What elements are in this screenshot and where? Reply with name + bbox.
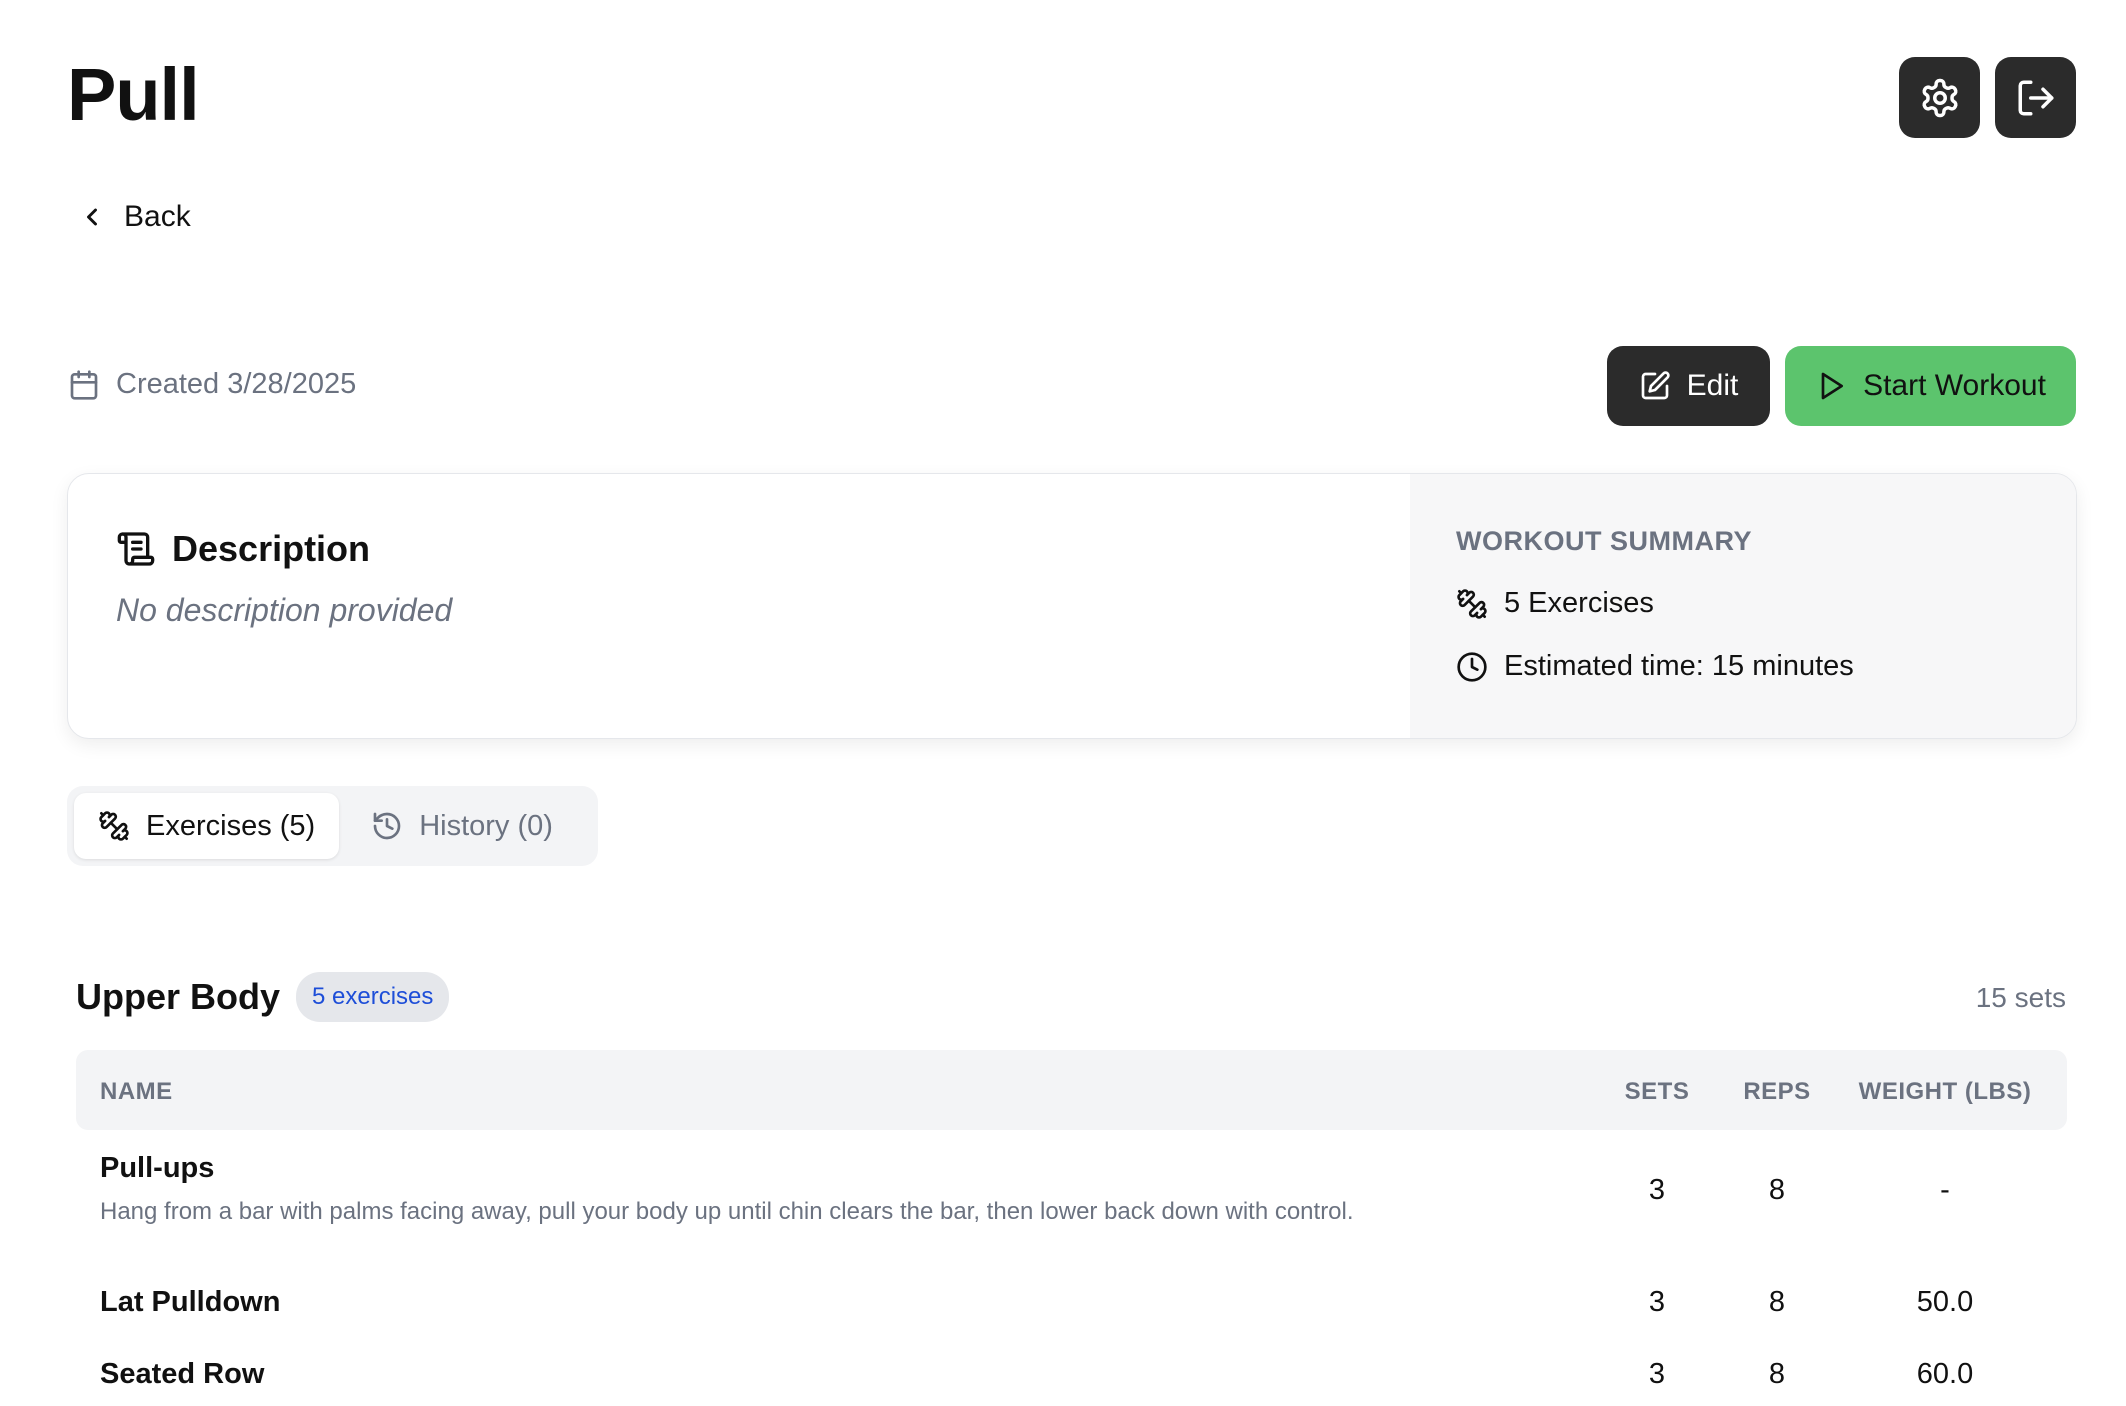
tab-history[interactable]: History (0) [347, 793, 577, 859]
start-workout-button[interactable]: Start Workout [1785, 346, 2076, 426]
settings-button[interactable] [1899, 57, 1980, 138]
edit-icon [1641, 371, 1670, 400]
play-icon [1821, 372, 1844, 400]
description-section: Description No description provided [68, 474, 1410, 738]
history-icon [373, 812, 401, 840]
summary-title: WORKOUT SUMMARY [1456, 526, 1752, 556]
scroll-icon [117, 532, 155, 566]
summary-time: Estimated time: 15 minutes [1456, 650, 2076, 683]
group-sets-total: 15 sets [1975, 982, 2066, 1013]
dumbbell-icon [1457, 588, 1487, 619]
exercise-name: Pull-ups [100, 1152, 215, 1184]
header-weight: WEIGHT (LBS) [1858, 1078, 2032, 1105]
created-date: Created 3/28/2025 [68, 368, 356, 401]
exercise-weight: - [1940, 1174, 1950, 1206]
clock-icon [1457, 651, 1487, 682]
edit-button[interactable]: Edit [1607, 346, 1770, 426]
description-heading: Description [116, 528, 1410, 570]
created-label: Created 3/28/2025 [116, 368, 357, 400]
logout-icon [2018, 80, 2053, 115]
exercise-sets: 3 [1648, 1174, 1666, 1206]
exercise-reps: 8 [1768, 1286, 1786, 1318]
description-title: Description [172, 528, 371, 569]
table-row[interactable]: Lat Pulldown 3 8 50.0 [76, 1266, 2067, 1338]
edit-label: Edit [1686, 369, 1739, 402]
exercise-table: NAME SETS REPS WEIGHT (LBS) Pull-ups Han… [76, 1050, 2067, 1406]
exercise-sets: 3 [1648, 1358, 1666, 1390]
header-name: NAME [100, 1078, 173, 1105]
dumbbell-icon [99, 811, 129, 841]
exercise-count-badge: 5 exercises [296, 972, 450, 1022]
header-reps: REPS [1743, 1078, 1811, 1105]
page-title: Pull [67, 53, 200, 136]
exercise-reps: 8 [1768, 1174, 1786, 1206]
exercise-name: Seated Row [100, 1358, 265, 1390]
tab-exercises[interactable]: Exercises (5) [74, 793, 340, 859]
calendar-icon [70, 369, 98, 400]
summary-time-label: Estimated time: 15 minutes [1504, 650, 1854, 682]
group-title: Upper Body [76, 976, 281, 1017]
logout-button[interactable] [1995, 57, 2076, 138]
tab-history-label: History (0) [419, 809, 553, 842]
table-row[interactable]: Pull-ups Hang from a bar with palms faci… [76, 1130, 2067, 1266]
exercise-sets: 3 [1648, 1286, 1666, 1318]
summary-exercises-label: 5 Exercises [1504, 587, 1654, 619]
header-sets: SETS [1624, 1078, 1690, 1105]
back-label: Back [124, 200, 191, 233]
exercise-reps: 8 [1768, 1358, 1786, 1390]
workout-info-card: Description No description provided WORK… [67, 473, 2077, 739]
exercise-group-header: Upper Body 5 exercises [76, 972, 450, 1022]
exercise-weight: 50.0 [1916, 1286, 1974, 1318]
summary-exercises: 5 Exercises [1456, 587, 2076, 620]
table-row[interactable]: Seated Row 3 8 60.0 [76, 1338, 2067, 1406]
workout-summary-section: WORKOUT SUMMARY 5 Exercises Estimated ti… [1410, 474, 2076, 738]
exercise-weight: 60.0 [1916, 1358, 1974, 1390]
start-workout-label: Start Workout [1863, 369, 2046, 402]
tab-bar: Exercises (5) History (0) [67, 786, 598, 866]
gear-icon [1922, 78, 1957, 117]
exercise-name: Lat Pulldown [100, 1286, 281, 1318]
chevron-left-icon [87, 208, 97, 226]
back-link[interactable]: Back [78, 200, 191, 234]
exercise-description: Hang from a bar with palms facing away, … [100, 1198, 1354, 1225]
table-header: NAME SETS REPS WEIGHT (LBS) [76, 1050, 2067, 1130]
tab-exercises-label: Exercises (5) [146, 809, 316, 842]
description-text: No description provided [116, 592, 453, 628]
